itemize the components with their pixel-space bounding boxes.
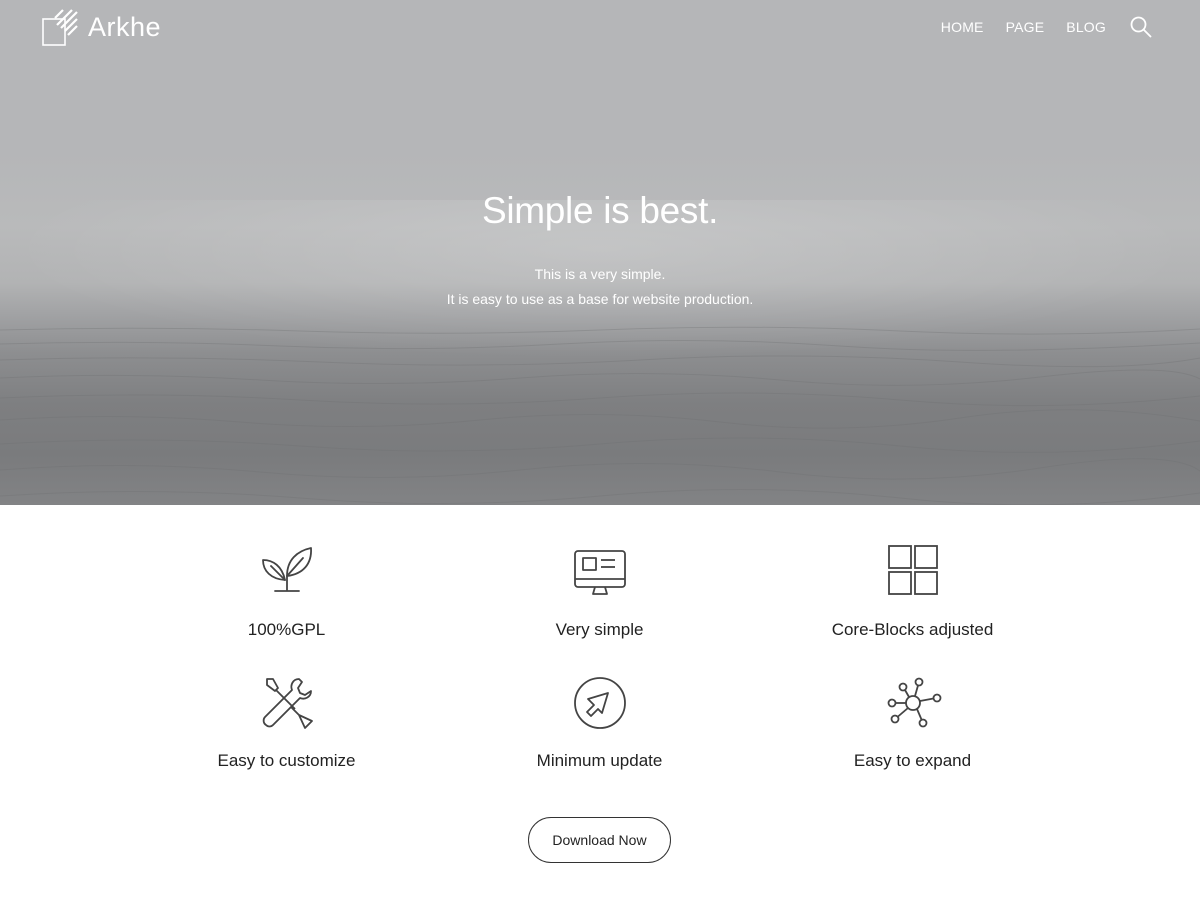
feature-item: Easy to customize	[130, 673, 443, 806]
nav-page[interactable]: PAGE	[1006, 19, 1045, 35]
site-header: Arkhe HOME PAGE BLOG	[0, 0, 1200, 60]
arrow-circle-icon	[573, 677, 626, 729]
tools-icon	[262, 678, 313, 729]
feature-item: Core-Blocks adjusted	[756, 540, 1069, 673]
network-icon	[887, 677, 941, 728]
features-grid: 100%GPL Very simple Core-Blocks adjusted	[130, 540, 1070, 790]
main-nav: HOME PAGE BLOG	[941, 16, 1152, 38]
feature-label: Very simple	[555, 620, 644, 639]
feature-label: Easy to expand	[853, 751, 972, 770]
leaf-icon	[261, 547, 312, 592]
logo-mark-icon	[42, 9, 78, 46]
hero-section: Arkhe HOME PAGE BLOG Simple is best. Thi…	[0, 0, 1200, 505]
hero-title: Simple is best.	[481, 190, 719, 231]
hero-subtitle: This is a very simple. It is easy to use…	[0, 262, 1200, 312]
logo-text: Arkhe	[88, 11, 162, 42]
nav-blog[interactable]: BLOG	[1066, 19, 1106, 35]
search-icon[interactable]	[1130, 16, 1152, 38]
hero-subtitle-line: It is easy to use as a base for website …	[446, 291, 754, 307]
feature-label: Easy to customize	[217, 751, 356, 770]
monitor-icon	[573, 550, 626, 595]
feature-item: 100%GPL	[130, 540, 443, 673]
hero-subtitle-line: This is a very simple.	[534, 266, 666, 282]
feature-label: Minimum update	[536, 751, 663, 770]
feature-item: Very simple	[443, 540, 756, 673]
nav-home[interactable]: HOME	[941, 19, 984, 35]
feature-label: Core-Blocks adjusted	[831, 620, 994, 639]
feature-item: Easy to expand	[756, 673, 1069, 806]
grid-icon	[887, 545, 938, 595]
feature-label: 100%GPL	[247, 620, 326, 639]
feature-item: Minimum update	[443, 673, 756, 806]
hero-sea-texture	[0, 326, 1200, 505]
site-logo[interactable]: Arkhe	[42, 6, 162, 48]
download-now-button[interactable]: Download Now	[528, 817, 671, 863]
